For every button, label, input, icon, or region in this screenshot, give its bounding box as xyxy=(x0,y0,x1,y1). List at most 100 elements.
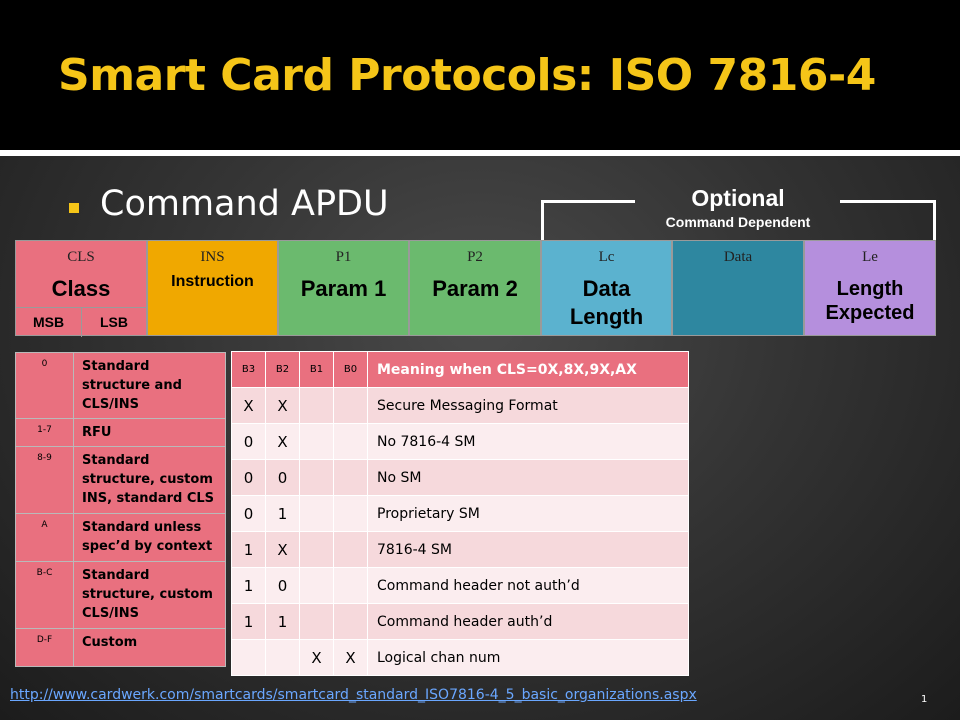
bit-cell: 1 xyxy=(231,531,266,568)
cls-desc: Standard structure, custom INS, standard… xyxy=(73,446,226,514)
cls-code: 0 xyxy=(15,352,74,419)
cls-code: 1-7 xyxy=(15,418,74,447)
cls-desc: Custom xyxy=(73,628,226,667)
table-row: 1-7 RFU xyxy=(15,418,226,447)
cls-code: B-C xyxy=(15,561,74,629)
table-row: 0 X No 7816-4 SM xyxy=(231,423,689,460)
bit-cell xyxy=(299,603,334,640)
cls-code: D-F xyxy=(15,628,74,667)
lc-field-name-line1: Data xyxy=(582,276,631,301)
p1-field-name: Param 1 xyxy=(300,276,387,301)
bit-cell xyxy=(333,423,368,460)
bit-cell: 0 xyxy=(265,567,300,604)
apdu-field-cls: CLS Class MSB LSB xyxy=(15,240,147,337)
apdu-field-p2: P2 Param 2 xyxy=(409,240,541,336)
meaning-cell: Command header auth’d xyxy=(367,603,689,640)
col-header-b1: B1 xyxy=(299,351,334,388)
p2-field-name: Param 2 xyxy=(432,276,518,301)
page-number: 1 xyxy=(921,694,928,705)
apdu-field-p1: P1 Param 1 xyxy=(278,240,409,336)
table-row: B-C Standard structure, custom CLS/INS xyxy=(15,561,226,629)
title-divider xyxy=(0,150,960,156)
le-field-name-line2: Expected xyxy=(825,302,915,324)
lc-field-name-line2: Length xyxy=(569,304,644,329)
p2-field-code: P2 xyxy=(467,249,483,265)
bit-cell: 0 xyxy=(231,459,266,496)
bit-cell: 0 xyxy=(265,459,300,496)
optional-bracket-top-left xyxy=(541,200,635,203)
le-field-code: Le xyxy=(862,249,878,265)
table-row: A Standard unless spec’d by context xyxy=(15,513,226,562)
table-row: 0 0 No SM xyxy=(231,459,689,496)
meaning-cell: Proprietary SM xyxy=(367,495,689,532)
cls-desc: Standard structure, custom CLS/INS xyxy=(73,561,226,629)
col-header-b2: B2 xyxy=(265,351,300,388)
bit-cell xyxy=(333,567,368,604)
cls-msb: MSB xyxy=(16,307,82,337)
table-row: 0 Standard structure and CLS/INS xyxy=(15,352,226,419)
bit-cell xyxy=(299,387,334,424)
cls-desc: Standard unless spec’d by context xyxy=(73,513,226,562)
optional-bracket-right xyxy=(933,200,936,240)
bit-cell: X xyxy=(299,639,334,676)
bit-cell xyxy=(333,531,368,568)
meaning-cell: Secure Messaging Format xyxy=(367,387,689,424)
bit-cell xyxy=(333,603,368,640)
reference-link[interactable]: http://www.cardwerk.com/smartcards/smart… xyxy=(10,687,697,703)
bit-cell: 0 xyxy=(231,495,266,532)
meaning-cell: No SM xyxy=(367,459,689,496)
bit-cell: X xyxy=(265,531,300,568)
cls-lsb: LSB xyxy=(82,307,146,337)
bit-cell xyxy=(231,639,266,676)
optional-label: Optional xyxy=(691,185,785,211)
col-header-meaning: Meaning when CLS=0X,8X,9X,AX xyxy=(367,351,689,388)
cls-code: A xyxy=(15,513,74,562)
bit-cell: 0 xyxy=(231,423,266,460)
cls-field-name: Class xyxy=(51,276,111,301)
data-field-code: Data xyxy=(723,249,753,265)
meaning-cell: 7816-4 SM xyxy=(367,531,689,568)
cls-code: 8-9 xyxy=(15,446,74,514)
bit-cell xyxy=(299,495,334,532)
bit-cell xyxy=(333,387,368,424)
table-row: 0 1 Proprietary SM xyxy=(231,495,689,532)
table-row: X X Secure Messaging Format xyxy=(231,387,689,424)
ins-field-code: INS xyxy=(200,249,225,265)
meaning-cell: Command header not auth’d xyxy=(367,567,689,604)
bit-cell xyxy=(333,495,368,532)
bit-cell: 1 xyxy=(231,603,266,640)
table-row: 1 0 Command header not auth’d xyxy=(231,567,689,604)
optional-bracket-top-right xyxy=(840,200,936,203)
cls-field-code: CLS xyxy=(67,249,95,265)
table-row: D-F Custom xyxy=(15,628,226,667)
table-header-row: B3 B2 B1 B0 Meaning when CLS=0X,8X,9X,AX xyxy=(231,351,689,388)
lc-field-code: Lc xyxy=(598,249,615,265)
table-row: 8-9 Standard structure, custom INS, stan… xyxy=(15,446,226,514)
apdu-field-le: Le Length Expected xyxy=(804,240,936,336)
bit-cell: X xyxy=(265,423,300,460)
bit-cell xyxy=(299,531,334,568)
apdu-field-lc: Lc Data Length xyxy=(541,240,672,336)
bit-cell: X xyxy=(231,387,266,424)
bit-cell xyxy=(299,423,334,460)
bit-cell xyxy=(299,567,334,604)
optional-bracket-left xyxy=(541,200,544,240)
table-row: 1 1 Command header auth’d xyxy=(231,603,689,640)
col-header-b3: B3 xyxy=(231,351,266,388)
bit-cell xyxy=(333,459,368,496)
optional-sublabel: Command Dependent xyxy=(665,214,811,230)
bullet-square-icon xyxy=(69,203,79,213)
meaning-cell: No 7816-4 SM xyxy=(367,423,689,460)
apdu-field-ins: INS Instruction xyxy=(147,240,278,336)
bit-cell xyxy=(265,639,300,676)
bit-cell: 1 xyxy=(231,567,266,604)
bit-cell: 1 xyxy=(265,495,300,532)
meaning-cell: Logical chan num xyxy=(367,639,689,676)
bit-cell xyxy=(299,459,334,496)
bit-cell: X xyxy=(265,387,300,424)
bullet-text: Command APDU xyxy=(100,184,389,224)
ins-field-name: Instruction xyxy=(171,273,254,290)
bit-cell: X xyxy=(333,639,368,676)
table-row: X X Logical chan num xyxy=(231,639,689,676)
slide-title: Smart Card Protocols: ISO 7816-4 xyxy=(58,50,876,101)
